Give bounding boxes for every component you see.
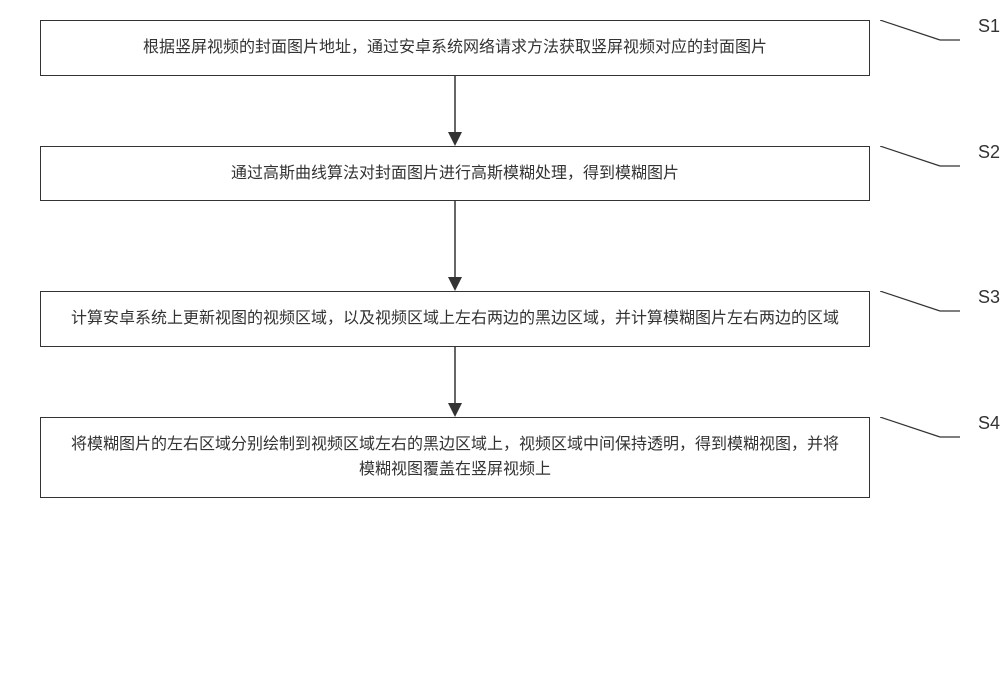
step-row-2: S2 通过高斯曲线算法对封面图片进行高斯模糊处理，得到模糊图片 (40, 146, 960, 202)
step-label-3: S3 (978, 287, 1000, 308)
step-box-4: 将模糊图片的左右区域分别绘制到视频区域左右的黑边区域上，视频区域中间保持透明，得… (40, 417, 870, 498)
step-row-4: S4 将模糊图片的左右区域分别绘制到视频区域左右的黑边区域上，视频区域中间保持透… (40, 417, 960, 498)
label-connector-1 (880, 20, 960, 42)
label-connector-4 (880, 417, 960, 439)
step-box-2: 通过高斯曲线算法对封面图片进行高斯模糊处理，得到模糊图片 (40, 146, 870, 202)
arrow-2-3 (40, 201, 870, 291)
step-row-1: S1 根据竖屏视频的封面图片地址，通过安卓系统网络请求方法获取竖屏视频对应的封面… (40, 20, 960, 76)
arrow-1-2 (40, 76, 870, 146)
flowchart-diagram: S1 根据竖屏视频的封面图片地址，通过安卓系统网络请求方法获取竖屏视频对应的封面… (40, 20, 960, 498)
arrow-3-4 (40, 347, 870, 417)
step-label-2: S2 (978, 142, 1000, 163)
step-box-3: 计算安卓系统上更新视图的视频区域，以及视频区域上左右两边的黑边区域，并计算模糊图… (40, 291, 870, 347)
label-connector-3 (880, 291, 960, 313)
step-row-3: S3 计算安卓系统上更新视图的视频区域，以及视频区域上左右两边的黑边区域，并计算… (40, 291, 960, 347)
step-label-1: S1 (978, 16, 1000, 37)
step-label-4: S4 (978, 413, 1000, 434)
label-connector-2 (880, 146, 960, 168)
step-box-1: 根据竖屏视频的封面图片地址，通过安卓系统网络请求方法获取竖屏视频对应的封面图片 (40, 20, 870, 76)
